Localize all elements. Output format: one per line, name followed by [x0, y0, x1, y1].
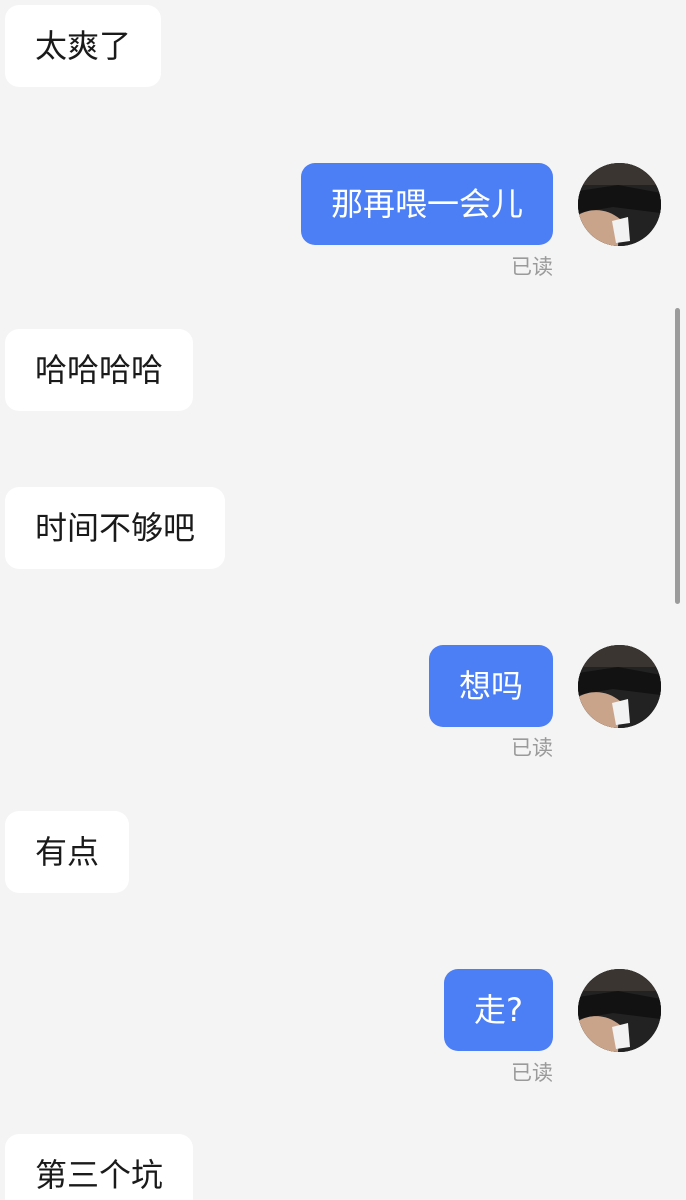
- incoming-message-bubble[interactable]: 哈哈哈哈: [5, 329, 194, 411]
- incoming-message-bubble[interactable]: 有点: [5, 811, 130, 893]
- outgoing-message-bubble[interactable]: 想吗: [428, 645, 553, 727]
- read-receipt: 已读: [511, 1061, 553, 1085]
- incoming-message-bubble[interactable]: 太爽了: [5, 5, 162, 87]
- outgoing-message-bubble[interactable]: 走?: [444, 969, 553, 1051]
- avatar-photo-icon: [578, 163, 661, 246]
- incoming-message-bubble[interactable]: 第三个坑: [5, 1134, 194, 1200]
- avatar-photo-icon: [578, 645, 661, 728]
- scrollbar[interactable]: [675, 308, 680, 604]
- read-receipt: 已读: [511, 255, 553, 279]
- chat-message-list[interactable]: 太爽了 那再喂一会儿 已读 哈哈哈哈 时间不够吧 想吗 已读 有点 走? 已读: [0, 0, 686, 1200]
- user-avatar[interactable]: [578, 645, 661, 728]
- read-receipt: 已读: [511, 736, 553, 760]
- user-avatar[interactable]: [578, 969, 661, 1052]
- avatar-photo-icon: [578, 969, 661, 1052]
- incoming-message-bubble[interactable]: 时间不够吧: [5, 487, 226, 569]
- user-avatar[interactable]: [578, 163, 661, 246]
- outgoing-message-bubble[interactable]: 那再喂一会儿: [300, 163, 553, 245]
